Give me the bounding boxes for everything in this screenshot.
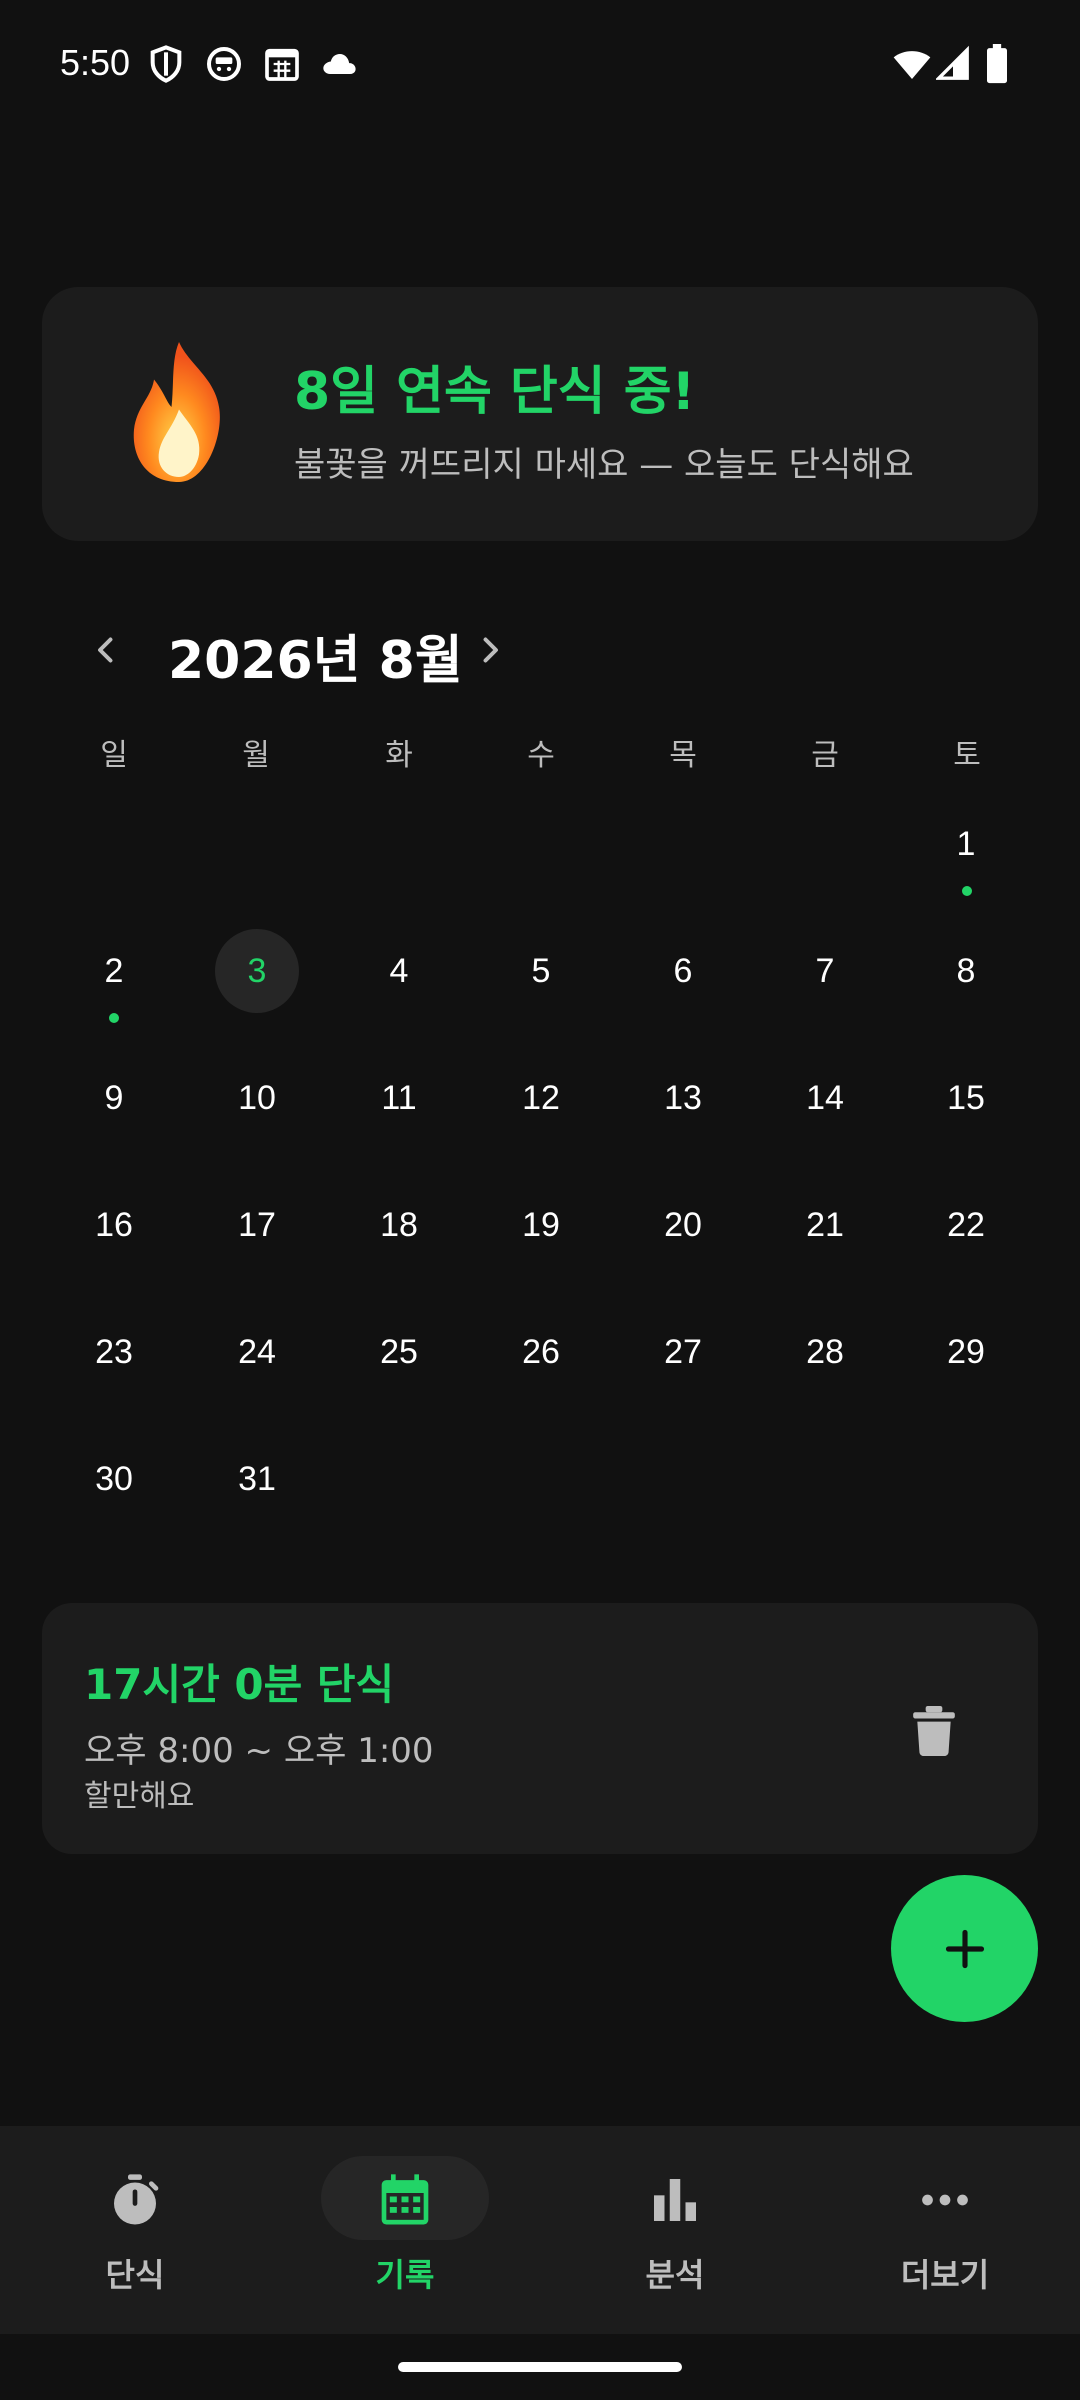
calendar-day[interactable]: 11	[339, 1038, 459, 1158]
calendar-day[interactable]: 27	[623, 1292, 743, 1412]
delete-record-button[interactable]	[904, 1701, 964, 1761]
record-duration: 17시간 0분 단식	[84, 1660, 395, 1709]
calendar-day[interactable]: 25	[339, 1292, 459, 1412]
trash-icon	[913, 1706, 955, 1756]
calendar-day[interactable]: 8	[906, 911, 1026, 1031]
fasting-record-card[interactable]: 17시간 0분 단식 오후 8:00 ~ 오후 1:00 할만해요	[42, 1603, 1038, 1854]
calendar-day[interactable]: 6	[623, 911, 743, 1031]
bar-chart-icon	[654, 2179, 696, 2221]
calendar-day[interactable]: 14	[765, 1038, 885, 1158]
calendar-day[interactable]: 15	[906, 1038, 1026, 1158]
calendar-day[interactable]: 20	[623, 1165, 743, 1285]
more-icon	[922, 2194, 968, 2206]
calendar-day[interactable]: 31	[197, 1419, 317, 1539]
calendar-day[interactable]: 30	[54, 1419, 174, 1539]
calendar-day[interactable]: 29	[906, 1292, 1026, 1412]
calendar-day[interactable]: 21	[765, 1165, 885, 1285]
add-record-button[interactable]	[891, 1875, 1038, 2022]
nav-item-analysis[interactable]: 분석	[540, 2126, 810, 2334]
calendar-day[interactable]: 10	[197, 1038, 317, 1158]
nav-item-more[interactable]: 더보기	[810, 2126, 1080, 2334]
gesture-bar[interactable]	[398, 2362, 682, 2372]
record-note: 할만해요	[84, 1779, 195, 1814]
calendar-day[interactable]: 12	[481, 1038, 601, 1158]
plus-icon	[945, 1929, 984, 1968]
record-dot	[109, 1013, 119, 1023]
bottom-navigation: 단식 기록 분석 더보기	[0, 2126, 1080, 2334]
calendar-day[interactable]: 26	[481, 1292, 601, 1412]
nav-label-records: 기록	[375, 2256, 435, 2294]
calendar-day[interactable]: 22	[906, 1165, 1026, 1285]
calendar-day[interactable]: 9	[54, 1038, 174, 1158]
record-dot	[962, 886, 972, 896]
nav-label-more: 더보기	[900, 2256, 990, 2294]
nav-label-analysis: 분석	[645, 2256, 705, 2294]
calendar-grid: 1 2 3 4 5 6 7 8 9 10 11 12 13 14 15 16 1…	[0, 0, 1080, 1560]
calendar-day[interactable]: 5	[481, 911, 601, 1031]
calendar-day[interactable]: 18	[339, 1165, 459, 1285]
nav-item-fasting[interactable]: 단식	[0, 2126, 270, 2334]
calendar-day[interactable]: 4	[339, 911, 459, 1031]
calendar-day[interactable]: 23	[54, 1292, 174, 1412]
timer-icon	[114, 2174, 159, 2225]
calendar-day[interactable]: 28	[765, 1292, 885, 1412]
calendar-day[interactable]: 19	[481, 1165, 601, 1285]
fasting-records-screen: 5:50 8일 연속 단식 중! 불꽃을 꺼뜨리지 마세요 — 오늘도 단식해요…	[0, 0, 1080, 2400]
calendar-day[interactable]: 24	[197, 1292, 317, 1412]
calendar-day[interactable]: 16	[54, 1165, 174, 1285]
record-time-range: 오후 8:00 ~ 오후 1:00	[84, 1731, 434, 1771]
calendar-day-selected[interactable]: 3	[215, 929, 299, 1013]
nav-item-records[interactable]: 기록	[270, 2126, 540, 2334]
calendar-day[interactable]: 13	[623, 1038, 743, 1158]
calendar-icon	[381, 2174, 429, 2225]
calendar-day[interactable]: 7	[765, 911, 885, 1031]
calendar-day[interactable]: 17	[197, 1165, 317, 1285]
nav-label-fasting: 단식	[105, 2256, 165, 2294]
